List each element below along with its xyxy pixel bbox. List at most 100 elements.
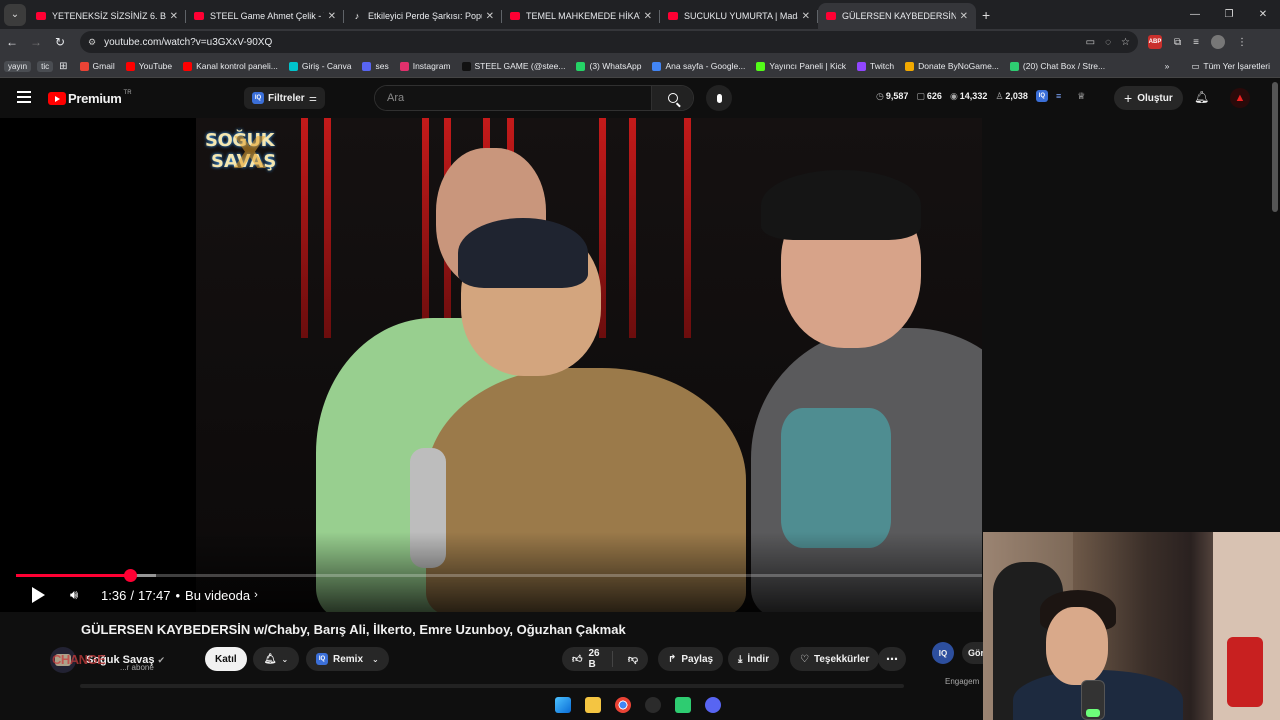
dislike-button[interactable]: 👎︎	[618, 653, 648, 665]
account-avatar[interactable]: ▲	[1230, 88, 1250, 108]
share-button[interactable]: ↱ Paylaş	[658, 647, 724, 671]
bookmark-item[interactable]: Kanal kontrol paneli...	[183, 61, 278, 71]
volume-icon[interactable]: 🔊︎	[70, 584, 78, 606]
youtube-premium-logo[interactable]: Premium TR	[48, 90, 132, 106]
chevron-right-icon[interactable]: »	[1165, 61, 1170, 71]
tab-close-icon[interactable]: ✕	[644, 11, 652, 22]
bookmark-item[interactable]: Instagram	[399, 61, 451, 71]
search-input[interactable]	[375, 86, 651, 110]
chevron-right-icon[interactable]: ›	[254, 589, 258, 601]
stat-views: ◉ 14,332	[949, 90, 988, 101]
hamburger-menu-icon[interactable]	[17, 91, 31, 103]
remix-button[interactable]: IQ Remix ⌄	[306, 647, 389, 671]
omnibox[interactable]: ⚙ youtube.com/watch?v=u3GXxV-90XQ ▭ ◌ ☆	[80, 31, 1138, 53]
kebab-menu-icon[interactable]: ⋮	[1237, 37, 1247, 48]
tab-close-icon[interactable]: ✕	[802, 11, 810, 22]
bookmark-item[interactable]: (3) WhatsApp	[576, 61, 641, 71]
thanks-button[interactable]: ♡ Teşekkürler	[790, 647, 880, 671]
youtube-icon	[194, 12, 204, 20]
bookmark-item[interactable]: (20) Chat Box / Stre...	[1009, 61, 1105, 71]
browser-tab[interactable]: YETENEKSİZ SİZSİNİZ 6. BÖLÜM ✕	[28, 3, 186, 29]
notifications-bell-icon[interactable]: 🔔︎	[1194, 90, 1209, 104]
bookmark-item[interactable]: Giriş - Canva	[288, 61, 351, 71]
tab-title: STEEL Game Ahmet Çelik - Yout	[210, 11, 324, 21]
tab-close-icon[interactable]: ✕	[170, 11, 178, 22]
description-preview[interactable]	[80, 684, 904, 688]
site-info-icon[interactable]: ⚙	[88, 37, 96, 48]
file-explorer-icon[interactable]	[585, 697, 601, 713]
chrome-icon[interactable]	[615, 697, 631, 713]
bookmark-chip[interactable]: yayın	[4, 60, 32, 72]
browser-tab[interactable]: STEEL Game Ahmet Çelik - Yout ✕	[186, 3, 344, 29]
youtube-play-icon	[48, 92, 66, 105]
more-actions-button[interactable]: ⋯	[878, 647, 906, 671]
new-tab-button[interactable]: +	[982, 7, 990, 23]
minimize-button[interactable]: —	[1178, 9, 1212, 20]
video-player[interactable]: X SOĞUK SAVAŞ 🔊︎ 1:36 / 17:47 • Bu video…	[0, 118, 982, 612]
youtube-icon	[826, 12, 836, 20]
browser-tab[interactable]: GÜLERSEN KAYBEDERSİN w/Ch ✕	[818, 3, 976, 29]
browser-tab[interactable]: TEMEL MAHKEMEDE HİKAYESİ ✕	[502, 3, 660, 29]
all-bookmarks-link[interactable]: Tüm Yer İşaretleri	[1203, 61, 1270, 71]
search-button[interactable]	[651, 86, 693, 110]
page-scrollbar[interactable]	[1272, 82, 1278, 212]
bookmark-item[interactable]: Ana sayfa - Google...	[652, 61, 745, 71]
star-icon[interactable]: ☆	[1121, 37, 1130, 48]
play-button[interactable]	[32, 584, 48, 606]
progress-bar[interactable]	[16, 569, 982, 582]
bookmark-favicon-icon	[79, 61, 89, 71]
bookmark-label: Donate ByNoGame...	[918, 61, 999, 71]
bookmark-item[interactable]: Twitch	[857, 61, 894, 71]
forward-button[interactable]: →	[24, 35, 48, 49]
reload-button[interactable]: ↻	[48, 35, 72, 49]
voice-search-button[interactable]	[706, 85, 732, 111]
youtube-icon	[510, 12, 520, 20]
subscribe-bell-button[interactable]: 🔔︎ ⌄	[253, 647, 299, 671]
bookmark-item[interactable]: Yayıncı Paneli | Kick	[756, 61, 846, 71]
starcraft-print	[781, 408, 891, 548]
bookmark-item[interactable]: YouTube	[125, 61, 172, 71]
obs-icon[interactable]	[645, 697, 661, 713]
download-button[interactable]: ⤓ İndir	[728, 647, 780, 671]
windows-start-icon[interactable]	[555, 697, 571, 713]
eye-off-icon[interactable]: ◌	[1105, 37, 1111, 48]
sidebar-iq-button[interactable]: IQ	[932, 642, 954, 664]
back-button[interactable]: ←	[0, 35, 24, 49]
app-icon[interactable]	[675, 697, 691, 713]
bookmark-chip[interactable]: tic	[37, 60, 54, 72]
browser-tab-strip: ⌄ YETENEKSİZ SİZSİNİZ 6. BÖLÜM✕STEEL Gam…	[0, 0, 1280, 29]
discord-icon[interactable]	[705, 697, 721, 713]
bookmark-label: Gmail	[92, 61, 115, 71]
tab-search-chevron-icon[interactable]: ⌄	[4, 3, 26, 26]
list-icon[interactable]: ≡	[1056, 91, 1061, 101]
filters-button[interactable]: IQ Filtreler ⚌	[244, 87, 325, 109]
trophy-icon[interactable]: ♕	[1077, 91, 1085, 102]
puzzle-extensions-icon[interactable]: ⧉	[1174, 37, 1181, 48]
bookmark-item[interactable]: Donate ByNoGame...	[905, 61, 999, 71]
join-button[interactable]: Katıl	[205, 647, 247, 671]
bookmark-item[interactable]: Gmail	[79, 61, 115, 71]
url-text[interactable]: youtube.com/watch?v=u3GXxV-90XQ	[104, 37, 272, 48]
youtube-icon	[36, 12, 46, 20]
browser-tab[interactable]: SUCUKLU YUMURTA | Madara ✕	[660, 3, 818, 29]
adblock-icon[interactable]: ABP	[1148, 35, 1162, 49]
bookmark-item[interactable]: STEEL GAME (@stee...	[461, 61, 565, 71]
tab-close-icon[interactable]: ✕	[486, 11, 494, 22]
apps-grid-icon[interactable]: ⊞	[59, 61, 67, 72]
tab-close-icon[interactable]: ✕	[960, 11, 968, 22]
scrubber-handle[interactable]	[123, 569, 137, 582]
browser-tab[interactable]: ♪ Etkileyici Perde Şarkısı: Popüler ✕	[344, 3, 502, 29]
maximize-button[interactable]: ❐	[1212, 9, 1246, 20]
close-window-button[interactable]: ✕	[1246, 9, 1280, 20]
tab-close-icon[interactable]: ✕	[328, 11, 336, 22]
cast-icon[interactable]: ▭	[1086, 37, 1095, 48]
chapter-button[interactable]: Bu videoda	[185, 588, 250, 603]
iq-icon[interactable]: IQ	[1035, 90, 1048, 102]
video-title: GÜLERSEN KAYBEDERSİN w/Chaby, Barış Ali,…	[81, 622, 626, 637]
like-button[interactable]: 👍︎ 26 B	[562, 648, 613, 670]
profile-avatar-icon[interactable]	[1210, 35, 1225, 49]
stat-subs: ♙ 2,038	[995, 90, 1028, 101]
media-controls-icon[interactable]: ≡	[1193, 37, 1199, 48]
bookmark-item[interactable]: ses	[362, 61, 389, 71]
create-button[interactable]: + Oluştur	[1114, 86, 1183, 110]
